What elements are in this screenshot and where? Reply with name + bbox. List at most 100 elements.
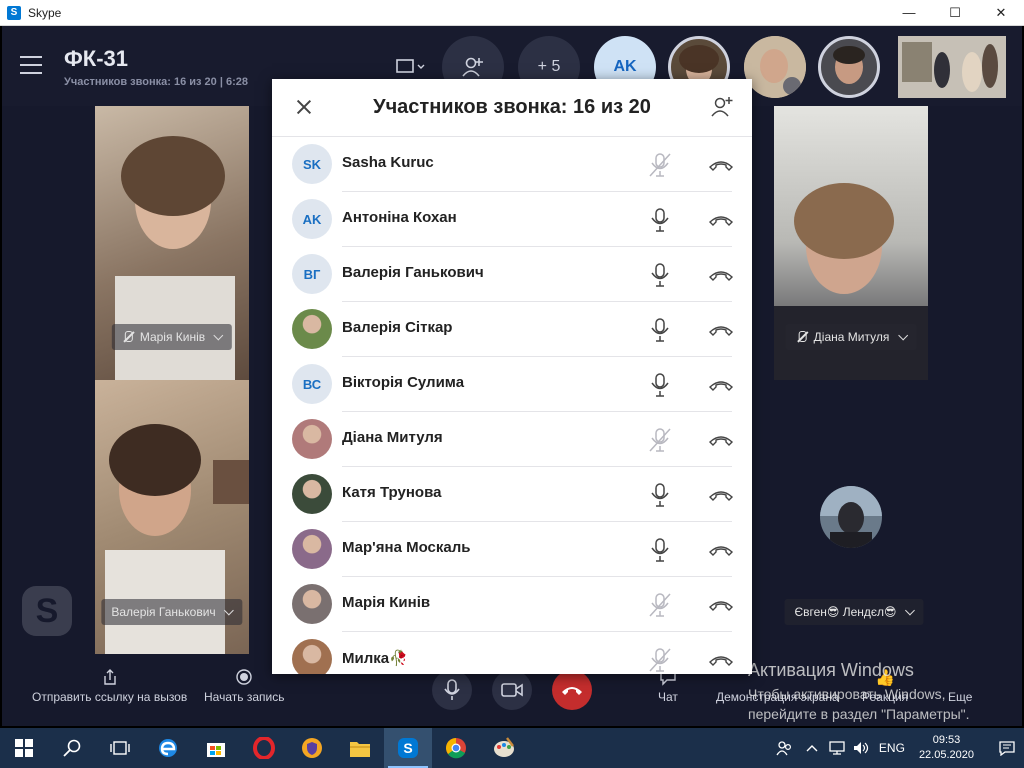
microphone-icon[interactable]: [648, 537, 672, 563]
tile-name-label[interactable]: Марія Кинів: [111, 324, 233, 350]
mute-mic-button[interactable]: [432, 670, 472, 710]
participant-row[interactable]: AK Антоніна Кохан: [272, 192, 752, 247]
participant-row[interactable]: Милка🥀: [272, 632, 752, 674]
chrome-browser-button[interactable]: [432, 728, 480, 768]
layout-toggle-icon[interactable]: [394, 56, 428, 78]
skype-taskbar-button[interactable]: S: [384, 728, 432, 768]
participant-avatar[interactable]: AK: [292, 199, 332, 239]
remove-from-call-icon[interactable]: [708, 598, 734, 612]
participant-name: Валерія Сіткар: [342, 319, 453, 336]
participant-row[interactable]: ВГ Валерія Ганькович: [272, 247, 752, 302]
microphone-icon[interactable]: [648, 317, 672, 343]
store-button[interactable]: [192, 728, 240, 768]
tile-name-label[interactable]: Євген😎 Лендєл😎: [784, 599, 924, 625]
participant-row[interactable]: Марія Кинів: [272, 577, 752, 632]
participant-avatar[interactable]: [292, 584, 332, 624]
participant-name: Діана Митуля: [342, 429, 443, 446]
remove-from-call-icon[interactable]: [708, 213, 734, 227]
add-person-icon[interactable]: [710, 95, 734, 119]
participant-avatar[interactable]: [744, 36, 806, 98]
input-language-indicator[interactable]: ENG: [879, 741, 905, 755]
remove-from-call-icon[interactable]: [708, 653, 734, 667]
taskbar-clock[interactable]: 09:53 22.05.2020: [919, 733, 974, 763]
vpn-app-button[interactable]: [288, 728, 336, 768]
microphone-icon[interactable]: [648, 482, 672, 508]
windows-logo-icon: [15, 739, 33, 757]
participant-name: Милка🥀: [342, 650, 408, 667]
window-title: Skype: [28, 5, 62, 20]
participant-avatar[interactable]: [292, 639, 332, 674]
network-icon[interactable]: [825, 728, 849, 768]
participant-avatar[interactable]: ВГ: [292, 254, 332, 294]
microphone-icon[interactable]: [648, 262, 672, 288]
participant-avatar[interactable]: [820, 486, 882, 548]
reaction-button[interactable]: 👍 Реакция: [862, 668, 908, 704]
menu-icon[interactable]: [20, 56, 42, 74]
microphone-icon[interactable]: [648, 207, 672, 233]
more-options-button[interactable]: Еще: [948, 668, 972, 704]
people-icon[interactable]: [769, 728, 799, 768]
remove-from-call-icon[interactable]: [708, 323, 734, 337]
search-button[interactable]: [48, 728, 96, 768]
participant-avatar[interactable]: [292, 474, 332, 514]
maximize-button[interactable]: ☐: [932, 0, 978, 26]
remove-from-call-icon[interactable]: [708, 268, 734, 282]
remove-from-call-icon[interactable]: [708, 158, 734, 172]
microphone-icon[interactable]: [648, 372, 672, 398]
video-tile[interactable]: Діана Митуля: [774, 106, 928, 380]
remove-from-call-icon[interactable]: [708, 488, 734, 502]
chevron-down-icon: [905, 605, 915, 615]
video-tile[interactable]: Марія Кинів: [95, 106, 249, 380]
close-window-button[interactable]: ✕: [978, 0, 1024, 26]
remove-from-call-icon[interactable]: [708, 543, 734, 557]
call-title: ФК-31: [64, 46, 129, 71]
thumbs-up-icon: 👍: [875, 670, 896, 687]
file-explorer-button[interactable]: [336, 728, 384, 768]
notifications-icon[interactable]: [990, 728, 1024, 768]
avatar-photo: [820, 486, 882, 548]
participant-row[interactable]: SK Sasha Kuruc: [272, 137, 752, 192]
call-subtitle: Участников звонка: 16 из 20 | 6:28: [64, 76, 248, 88]
participant-row[interactable]: ВС Вікторія Сулима: [272, 357, 752, 412]
participant-avatar[interactable]: [292, 529, 332, 569]
remove-from-call-icon[interactable]: [708, 433, 734, 447]
participant-row[interactable]: Валерія Сіткар: [272, 302, 752, 357]
participant-avatar[interactable]: [292, 309, 332, 349]
video-toggle-button[interactable]: [492, 670, 532, 710]
participant-avatar[interactable]: [818, 36, 880, 98]
paint-palette-icon: [494, 737, 514, 757]
mic-muted-icon[interactable]: [648, 647, 672, 673]
video-tile[interactable]: Валерія Ганькович: [95, 380, 249, 656]
screen-share-thumbnail[interactable]: [898, 36, 1006, 98]
participant-avatar[interactable]: [292, 419, 332, 459]
system-tray: ENG 09:53 22.05.2020: [769, 728, 1024, 768]
svg-text:S: S: [403, 740, 412, 756]
mic-muted-icon[interactable]: [648, 152, 672, 178]
participant-avatar[interactable]: SK: [292, 144, 332, 184]
volume-icon[interactable]: [849, 728, 873, 768]
end-call-button[interactable]: [552, 670, 592, 710]
participant-row[interactable]: Катя Трунова: [272, 467, 752, 522]
task-view-button[interactable]: [96, 728, 144, 768]
participant-name: Марія Кинів: [342, 594, 431, 611]
tile-name-label[interactable]: Діана Митуля: [785, 324, 917, 350]
hang-up-icon: [562, 687, 582, 695]
paint-app-button[interactable]: [480, 728, 528, 768]
minimize-button[interactable]: —: [886, 0, 932, 26]
window-titlebar: S Skype — ☐ ✕: [0, 0, 1024, 26]
participant-row[interactable]: Мар'яна Москаль: [272, 522, 752, 577]
edge-browser-button[interactable]: [144, 728, 192, 768]
skype-app-icon: S: [7, 5, 21, 20]
participant-avatar[interactable]: ВС: [292, 364, 332, 404]
mic-muted-icon[interactable]: [648, 592, 672, 618]
share-link-button[interactable]: Отправить ссылку на вызов: [32, 668, 187, 704]
opera-browser-button[interactable]: [240, 728, 288, 768]
tile-name-label[interactable]: Валерія Ганькович: [101, 599, 243, 625]
mic-muted-icon[interactable]: [648, 427, 672, 453]
participant-row[interactable]: Діана Митуля: [272, 412, 752, 467]
remove-from-call-icon[interactable]: [708, 378, 734, 392]
chrome-icon: [446, 738, 466, 759]
dialog-header: Участников звонка: 16 из 20: [272, 79, 752, 137]
chevron-up-icon[interactable]: [799, 728, 825, 768]
start-button[interactable]: [0, 728, 48, 768]
